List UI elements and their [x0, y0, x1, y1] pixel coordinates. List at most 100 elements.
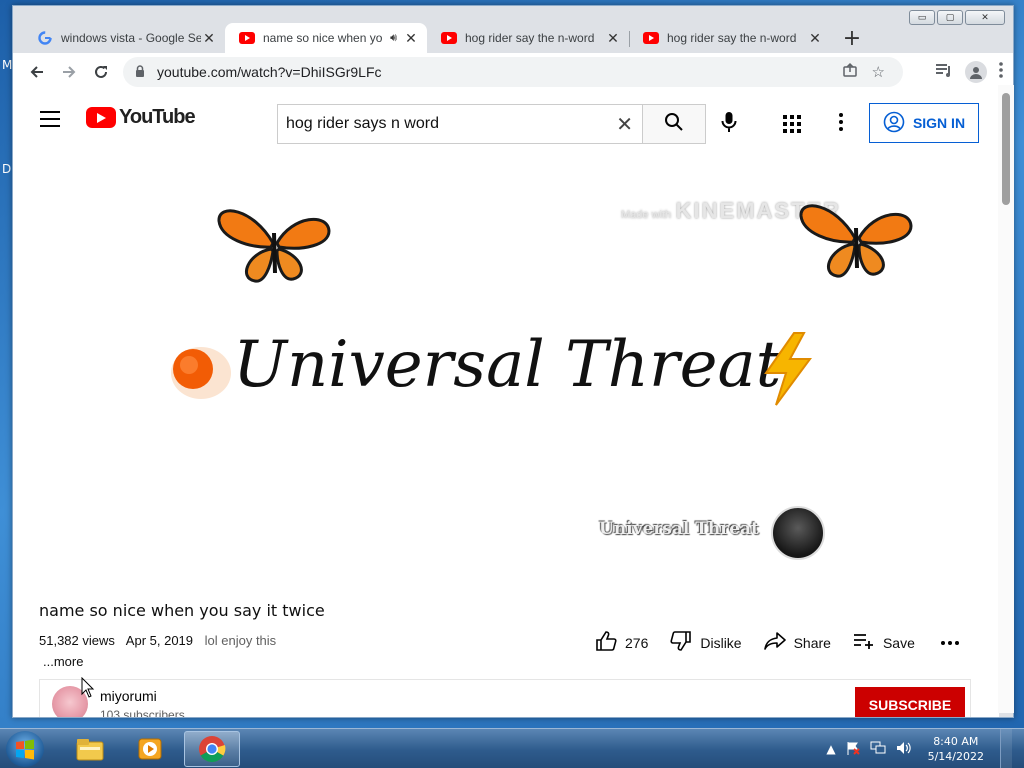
back-arrow-icon[interactable] [21, 56, 53, 88]
clear-search-icon[interactable]: ✕ [616, 112, 633, 137]
profile-avatar-icon[interactable] [965, 61, 987, 83]
show-more-link[interactable]: ...more [43, 654, 83, 669]
page-scrollbar[interactable] [998, 85, 1014, 713]
subscriber-count: 103 subscribers [100, 708, 185, 718]
thumbs-down-icon [670, 631, 692, 654]
channel-name[interactable]: miyorumi [100, 688, 157, 704]
address-bar[interactable]: youtube.com/watch?v=DhiISGr9LFc ☆ [123, 57, 903, 87]
browser-tab[interactable]: windows vista - Google Se ✕ [23, 23, 226, 53]
tab-title: hog rider say the n-word [465, 31, 595, 45]
like-count: 276 [625, 634, 649, 651]
youtube-logo[interactable]: YouTube [86, 106, 196, 129]
search-input[interactable]: hog rider says n word ✕ [277, 104, 643, 144]
close-tab-icon[interactable]: ✕ [201, 30, 217, 47]
watermark-small-text: Made with [621, 209, 672, 221]
youtube-play-icon [86, 107, 116, 128]
search-icon [664, 112, 684, 136]
network-icon[interactable] [870, 741, 886, 758]
playlist-add-icon [853, 633, 875, 652]
media-player-icon [138, 738, 162, 760]
browser-tab-active[interactable]: name so nice when yo 🔊︎ ✕ [225, 23, 427, 53]
forward-arrow-icon[interactable] [53, 56, 85, 88]
close-tab-icon[interactable]: ✕ [807, 30, 823, 47]
browser-menu-icon[interactable] [999, 62, 1003, 82]
close-tab-icon[interactable]: ✕ [605, 30, 621, 47]
video-info[interactable]: 51,382 views Apr 5, 2019 lol enjoy this [39, 633, 276, 648]
system-tray: ▲ 8:40 AM 5/14/2022 [826, 729, 1012, 768]
search-button[interactable] [642, 104, 706, 144]
scrollbar-thumb[interactable] [1002, 93, 1010, 205]
youtube-page: YouTube hog rider says n word ✕ SIGN IN … [13, 91, 999, 718]
save-label: Save [882, 634, 915, 651]
view-count: 51,382 views [39, 633, 115, 648]
folder-icon [76, 739, 104, 761]
clock-date: 5/14/2022 [927, 750, 984, 763]
share-arrow-icon [763, 632, 786, 653]
toolbar-right [935, 61, 1003, 83]
settings-kebab-icon[interactable] [839, 113, 843, 131]
tab-strip: windows vista - Google Se ✕ name so nice… [13, 21, 1013, 53]
share-button[interactable]: Share [763, 632, 831, 653]
sign-in-button[interactable]: SIGN IN [869, 103, 979, 143]
desktop-icon-label[interactable]: M [2, 58, 12, 72]
save-button[interactable]: Save [853, 633, 915, 652]
youtube-wordmark: YouTube [119, 106, 196, 128]
url-text: youtube.com/watch?v=DhiISGr9LFc [157, 64, 382, 80]
taskbar-explorer[interactable] [62, 731, 118, 767]
reload-icon[interactable] [85, 56, 117, 88]
microphone-icon[interactable] [721, 111, 737, 137]
windows-taskbar: ▲ 8:40 AM 5/14/2022 [0, 728, 1024, 768]
hamburger-menu-icon[interactable] [40, 111, 60, 132]
channel-watermark-avatar [771, 506, 825, 560]
channel-watermark-text: Universal Threat [599, 519, 759, 539]
taskbar-chrome[interactable] [184, 731, 240, 767]
speaker-icon[interactable]: 🔊︎ [390, 32, 397, 45]
channel-owner-box: miyorumi 103 subscribers [39, 679, 971, 718]
start-button[interactable] [6, 731, 44, 767]
action-center-flag-icon[interactable] [846, 741, 860, 758]
mouse-cursor-icon [81, 677, 95, 698]
browser-tab[interactable]: hog rider say the n-word ✕ [427, 23, 630, 53]
youtube-header: YouTube hog rider says n word ✕ SIGN IN [13, 91, 999, 147]
youtube-icon [441, 30, 457, 46]
video-player[interactable]: Made with KINEMASTER Universal Threat Un… [13, 153, 999, 583]
search-query: hog rider says n word [286, 115, 439, 132]
bookmark-star-icon[interactable]: ☆ [872, 63, 885, 81]
share-page-icon[interactable] [842, 62, 858, 82]
tab-title: windows vista - Google Se [61, 31, 201, 45]
browser-tab[interactable]: hog rider say the n-word ✕ [629, 23, 831, 53]
close-tab-icon[interactable]: ✕ [403, 30, 419, 47]
dislike-label: Dislike [700, 634, 742, 651]
maximize-button[interactable]: ▢ [937, 10, 963, 25]
taskbar-media-player[interactable] [122, 731, 178, 767]
video-title: name so nice when you say it twice [39, 601, 325, 620]
youtube-icon [643, 30, 659, 46]
account-circle-icon [883, 111, 905, 136]
dislike-button[interactable]: Dislike [670, 631, 742, 654]
clock[interactable]: 8:40 AM 5/14/2022 [928, 734, 984, 764]
more-actions-icon[interactable] [940, 640, 959, 645]
media-queue-icon[interactable] [935, 62, 953, 82]
tray-expand-icon[interactable]: ▲ [826, 742, 835, 756]
thumbs-up-icon [595, 631, 617, 654]
share-label: Share [793, 634, 831, 651]
close-window-button[interactable]: ✕ [965, 10, 1005, 25]
desktop-icon-label[interactable]: D [2, 162, 11, 176]
minimize-button[interactable]: ▭ [909, 10, 935, 25]
show-desktop-button[interactable] [1000, 729, 1012, 768]
new-tab-button[interactable]: + [837, 23, 867, 53]
butterfly-left-image [217, 209, 331, 283]
chrome-icon [199, 736, 226, 763]
browser-toolbar: youtube.com/watch?v=DhiISGr9LFc ☆ [13, 53, 1013, 91]
lock-icon[interactable] [135, 64, 145, 80]
clock-time: 8:40 AM [933, 735, 979, 748]
browser-window: ▭ ▢ ✕ windows vista - Google Se ✕ name s… [12, 5, 1014, 718]
volume-icon[interactable] [896, 741, 912, 758]
google-g-icon [37, 30, 53, 46]
tab-title: name so nice when yo [263, 31, 383, 45]
subscribe-button[interactable]: SUBSCRIBE [855, 687, 965, 717]
tab-title: hog rider say the n-word [667, 31, 797, 45]
window-controls: ▭ ▢ ✕ [909, 10, 1005, 25]
like-button[interactable]: 276 [595, 631, 648, 654]
apps-grid-icon[interactable] [783, 115, 801, 133]
